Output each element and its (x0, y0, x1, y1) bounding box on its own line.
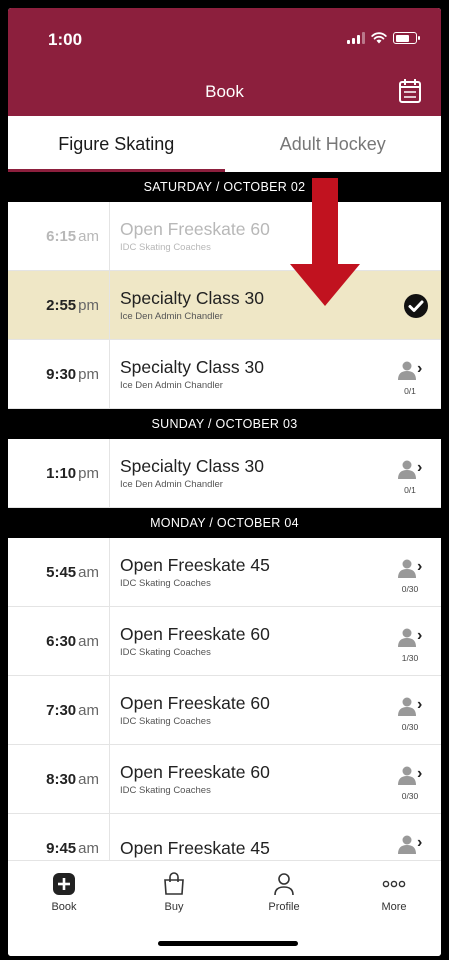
chevron-right-icon: › (417, 627, 423, 644)
day-header: SATURDAY / OCTOBER 02 (8, 172, 441, 202)
app-header: 1:00 Book (8, 8, 441, 116)
person-icon (274, 873, 294, 896)
session-title: Open Freeskate 60 (120, 219, 270, 239)
home-indicator (158, 941, 298, 946)
session-row-selected[interactable]: 2:55 pm Specialty Class 30 Ice Den Admin … (8, 271, 441, 340)
person-icon (398, 628, 416, 647)
session-time: 2:55 pm (8, 271, 110, 339)
session-row[interactable]: 6:30 am Open Freeskate 60 IDC Skating Coa… (8, 607, 441, 676)
capacity-count: 0/30 (401, 791, 419, 801)
person-icon (398, 559, 416, 578)
phone-screen: 1:00 Book Figure Skating Adult Hockey SA… (8, 8, 441, 956)
nav-buy[interactable]: Buy (134, 871, 214, 913)
session-capacity: › 0/1 (393, 451, 433, 497)
nav-label: Book (51, 901, 77, 913)
nav-label: Profile (268, 901, 300, 913)
chevron-right-icon: › (417, 765, 423, 782)
person-icon (398, 835, 416, 854)
capacity-count: 1/30 (401, 653, 419, 663)
status-time: 1:00 (48, 30, 83, 49)
tab-bar: Figure Skating Adult Hockey (8, 116, 441, 172)
session-title: Specialty Class 30 (120, 288, 264, 308)
calendar-icon[interactable] (395, 76, 425, 106)
session-row[interactable]: 5:45 am Open Freeskate 45 IDC Skating Coa… (8, 538, 441, 607)
session-time: 1:10 pm (8, 439, 110, 507)
session-row[interactable]: 6:15 am Open Freeskate 60 IDC Skating Coa… (8, 202, 441, 271)
nav-profile[interactable]: Profile (244, 871, 324, 913)
capacity-count: 0/1 (404, 386, 416, 396)
person-icon (398, 697, 416, 716)
day-header: SUNDAY / OCTOBER 03 (8, 409, 441, 439)
nav-label: More (381, 901, 407, 913)
schedule-list: SATURDAY / OCTOBER 02 6:15 am Open Freesk… (8, 172, 441, 883)
chevron-right-icon: › (417, 834, 423, 851)
nav-label: Buy (164, 901, 184, 913)
nav-more[interactable]: More (354, 871, 434, 913)
session-time: 7:30 am (8, 676, 110, 744)
session-coach: Ice Den Admin Chandler (120, 311, 223, 322)
chevron-right-icon: › (417, 558, 423, 575)
session-time: 8:30 am (8, 745, 110, 813)
tab-adult-hockey[interactable]: Adult Hockey (225, 116, 442, 172)
chevron-right-icon: › (417, 459, 423, 476)
nav-book[interactable]: Book (24, 871, 104, 913)
session-capacity: › 0/30 (393, 688, 433, 734)
status-icons (347, 32, 420, 44)
annotation-arrow-icon (290, 178, 360, 306)
session-capacity: › 0/1 (393, 352, 433, 398)
session-time: 6:15 am (8, 202, 110, 270)
capacity-count: 0/1 (404, 485, 416, 495)
session-capacity: › 1/30 (393, 619, 433, 665)
session-capacity: › 0/30 (393, 757, 433, 803)
battery-icon (393, 32, 420, 44)
person-icon (398, 361, 416, 380)
checkmark-circle-icon (404, 294, 428, 318)
bottom-nav: Book Buy Profile More (8, 860, 441, 956)
signal-icon (347, 32, 365, 44)
session-row[interactable]: 7:30 am Open Freeskate 60 IDC Skating Coa… (8, 676, 441, 745)
session-row[interactable]: 8:30 am Open Freeskate 60 IDC Skating Coa… (8, 745, 441, 814)
tab-label: Adult Hockey (279, 133, 386, 154)
session-time: 9:30 pm (8, 340, 110, 408)
capacity-count: 0/30 (401, 722, 419, 732)
capacity-count: 0/30 (401, 584, 419, 594)
session-row[interactable]: 9:30 pm Specialty Class 30 Ice Den Admin … (8, 340, 441, 409)
plus-square-icon (53, 873, 75, 895)
person-icon (398, 460, 416, 479)
tab-label: Figure Skating (58, 133, 175, 154)
shopping-bag-icon (164, 872, 184, 895)
session-time: 5:45 am (8, 538, 110, 606)
page-title: Book (205, 82, 244, 101)
chevron-right-icon: › (417, 696, 423, 713)
wifi-icon (371, 32, 387, 44)
session-capacity: › 0/30 (393, 550, 433, 596)
more-dots-icon (382, 880, 406, 888)
tab-figure-skating[interactable]: Figure Skating (8, 116, 225, 172)
session-row[interactable]: 1:10 pm Specialty Class 30 Ice Den Admin … (8, 439, 441, 508)
person-icon (398, 766, 416, 785)
chevron-right-icon: › (417, 360, 423, 377)
session-coach: IDC Skating Coaches (120, 242, 211, 253)
session-time: 6:30 am (8, 607, 110, 675)
day-header: MONDAY / OCTOBER 04 (8, 508, 441, 538)
